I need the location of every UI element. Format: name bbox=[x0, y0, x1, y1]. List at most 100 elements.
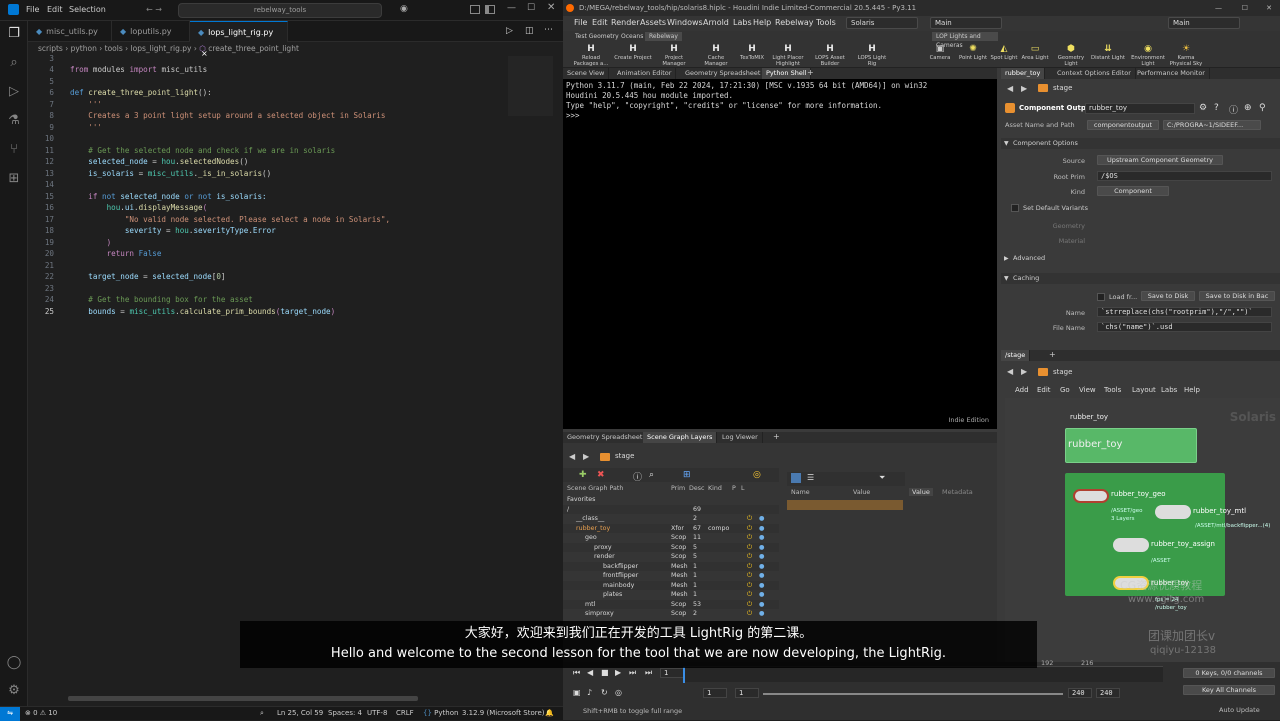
network-path[interactable]: stage bbox=[1053, 368, 1072, 376]
assign-node[interactable] bbox=[1113, 538, 1149, 552]
load-from-checkbox[interactable] bbox=[1097, 293, 1105, 301]
col-kind[interactable]: Kind bbox=[708, 485, 722, 492]
col-path[interactable]: Scene Graph Path bbox=[567, 485, 623, 492]
tab-context-options[interactable]: Context Options Editor bbox=[1053, 68, 1136, 79]
visibility-icon[interactable]: ⏻ bbox=[747, 543, 752, 553]
range-icon[interactable]: ◎ bbox=[615, 688, 622, 697]
col-l[interactable]: L bbox=[741, 485, 745, 492]
attr-col-value[interactable]: Value bbox=[853, 489, 870, 496]
save-to-disk-background-button[interactable]: Save to Disk in Bac bbox=[1199, 291, 1275, 301]
col-desc[interactable]: Desc bbox=[689, 485, 704, 492]
breadcrumb-tools[interactable]: tools bbox=[105, 44, 123, 53]
light-icon[interactable]: ◎ bbox=[753, 470, 761, 480]
net-menu-go[interactable]: Go bbox=[1060, 386, 1070, 394]
split-editor-icon[interactable]: ◫ bbox=[525, 26, 534, 36]
menu-file[interactable]: File bbox=[26, 5, 39, 14]
keys-channels-indicator[interactable]: 0 Keys, 0/0 channels bbox=[1183, 668, 1275, 678]
python-interpreter[interactable]: 3.12.9 (Microsoft Store) bbox=[462, 709, 545, 717]
back-arrow-icon[interactable]: ◀ bbox=[1007, 84, 1013, 93]
node-name-field[interactable]: rubber_toy bbox=[1085, 103, 1195, 114]
h-menu-file[interactable]: File bbox=[574, 18, 587, 27]
h-menu-windows[interactable]: Windows bbox=[667, 18, 703, 27]
scene-graph-row[interactable]: geo Scop 11 ⏻ ● bbox=[563, 533, 779, 543]
jump-start-icon[interactable]: ⏮ bbox=[573, 668, 580, 678]
root-prim-field[interactable]: /$OS bbox=[1097, 171, 1272, 181]
visibility-icon[interactable]: ⏻ bbox=[747, 533, 752, 543]
tool-environment-light[interactable]: ◉ Environment Light bbox=[1129, 44, 1167, 67]
h-menu-edit[interactable]: Edit bbox=[592, 18, 608, 27]
add-tab-icon[interactable]: + bbox=[773, 432, 780, 441]
visibility-icon[interactable]: ⏻ bbox=[747, 514, 752, 524]
step-forward-icon[interactable]: ⏭ bbox=[629, 668, 636, 678]
tool-lops-asset-builder[interactable]: H LOPS Asset Builder bbox=[811, 44, 849, 67]
tab-rubber-toy[interactable]: rubber_toy bbox=[1001, 68, 1046, 79]
expand-icon[interactable]: ⊞ bbox=[683, 470, 691, 480]
language-mode[interactable]: {} Python bbox=[423, 709, 458, 717]
solo-icon[interactable]: ● bbox=[759, 571, 765, 581]
tab-misc-utils[interactable]: ◆ misc_utils.py bbox=[28, 21, 112, 42]
maximize-icon[interactable]: ☐ bbox=[527, 3, 535, 13]
net-menu-help[interactable]: Help bbox=[1184, 386, 1200, 394]
col-p[interactable]: P bbox=[732, 485, 736, 492]
delete-prim-icon[interactable]: ✖ bbox=[597, 470, 605, 480]
add-tab-icon[interactable]: + bbox=[807, 68, 814, 77]
tool-cache-manager[interactable]: H Cache Manager bbox=[697, 44, 735, 67]
value-tab[interactable]: Value bbox=[909, 488, 933, 496]
command-center-search[interactable]: rebelway_tools bbox=[178, 3, 382, 18]
nav-arrows-icon[interactable]: ← → bbox=[146, 5, 162, 14]
copilot-icon[interactable]: ◉ bbox=[400, 4, 408, 14]
solo-icon[interactable]: ● bbox=[759, 600, 765, 610]
section-component-options[interactable]: ▼ Component Options bbox=[1001, 138, 1280, 149]
current-frame-field[interactable]: 1 bbox=[660, 668, 684, 678]
desktop-dropdown[interactable]: Solaris bbox=[846, 17, 918, 29]
breadcrumb-symbol[interactable]: create_three_point_light bbox=[208, 44, 299, 53]
scene-graph-path[interactable]: stage bbox=[615, 452, 634, 460]
attr-col-name[interactable]: Name bbox=[791, 489, 810, 496]
play-icon[interactable]: ▶ bbox=[615, 668, 621, 677]
stop-icon[interactable]: ■ bbox=[601, 668, 609, 677]
net-menu-layout[interactable]: Layout bbox=[1132, 386, 1156, 394]
close-window-icon[interactable]: ✕ bbox=[1266, 0, 1272, 16]
tool-reload-packages[interactable]: H Reload Packages a... bbox=[572, 44, 610, 67]
tab-stage-network[interactable]: /stage bbox=[1001, 350, 1031, 361]
visibility-icon[interactable]: ⏻ bbox=[747, 581, 752, 591]
back-arrow-icon[interactable]: ◀ bbox=[1007, 367, 1013, 376]
source-dropdown[interactable]: Upstream Component Geometry bbox=[1097, 155, 1223, 165]
back-arrow-icon[interactable]: ◀ bbox=[569, 452, 575, 461]
python-shell[interactable]: Python 3.11.7 (main, Feb 22 2024, 17:21:… bbox=[563, 79, 997, 429]
account-icon[interactable]: ◯ bbox=[6, 655, 22, 671]
forward-arrow-icon[interactable]: ▶ bbox=[1021, 367, 1027, 376]
breadcrumb-file[interactable]: lops_light_rig.py bbox=[131, 44, 192, 53]
net-menu-tools[interactable]: Tools bbox=[1104, 386, 1121, 394]
tool-spot-light[interactable]: ◭ Spot Light bbox=[989, 44, 1019, 61]
scene-graph-row[interactable]: / 69 bbox=[563, 504, 779, 514]
start-frame-field-2[interactable]: 1 bbox=[735, 688, 759, 698]
loop-icon[interactable]: ↻ bbox=[601, 688, 608, 697]
scene-graph-row[interactable]: rubber_toy Xfor 67 compo ⏻ ● bbox=[563, 523, 779, 533]
line-ending[interactable]: CRLF bbox=[396, 709, 414, 717]
lock-icon[interactable]: ⊕ bbox=[1244, 103, 1252, 113]
asset-path-dropdown[interactable]: C:/PROGRA~1/SIDEEF... bbox=[1163, 120, 1261, 130]
visibility-icon[interactable]: ⏻ bbox=[747, 562, 752, 572]
scene-graph-row[interactable]: plates Mesh 1 ⏻ ● bbox=[563, 590, 779, 600]
attribute-row-selected[interactable] bbox=[787, 500, 903, 510]
section-advanced[interactable]: ▶ Advanced bbox=[1001, 253, 1280, 264]
shelf-tab-test-geometry[interactable]: Test Geometry bbox=[571, 32, 623, 41]
step-back-icon[interactable]: ◀ bbox=[587, 668, 593, 677]
scene-graph-row[interactable]: frontflipper Mesh 1 ⏻ ● bbox=[563, 571, 779, 581]
shelf-tab-oceans[interactable]: Oceans bbox=[617, 32, 647, 41]
scene-graph-row[interactable]: __class__ 2 ⏻ ● bbox=[563, 514, 779, 524]
search-icon[interactable]: ⌕ bbox=[649, 470, 654, 480]
shelf-tab-rebelway[interactable]: Rebelway bbox=[645, 32, 682, 41]
visibility-icon[interactable]: ⏻ bbox=[747, 571, 752, 581]
take-dropdown[interactable]: Main bbox=[1168, 17, 1240, 29]
tool-area-light[interactable]: ▭ Area Light bbox=[1019, 44, 1051, 61]
testing-icon[interactable]: ⚗ bbox=[6, 113, 22, 129]
close-window-icon[interactable]: ✕ bbox=[547, 2, 555, 13]
kind-dropdown[interactable]: Component bbox=[1097, 186, 1169, 196]
jump-end-icon[interactable]: ⏭ bbox=[645, 668, 652, 678]
zoom-icon[interactable]: ⌕ bbox=[260, 709, 264, 718]
timeline-scrubber[interactable] bbox=[683, 666, 1163, 683]
tool-camera[interactable]: ▣ Camera bbox=[925, 44, 955, 61]
scene-graph-row[interactable]: mtl Scop 53 ⏻ ● bbox=[563, 599, 779, 610]
